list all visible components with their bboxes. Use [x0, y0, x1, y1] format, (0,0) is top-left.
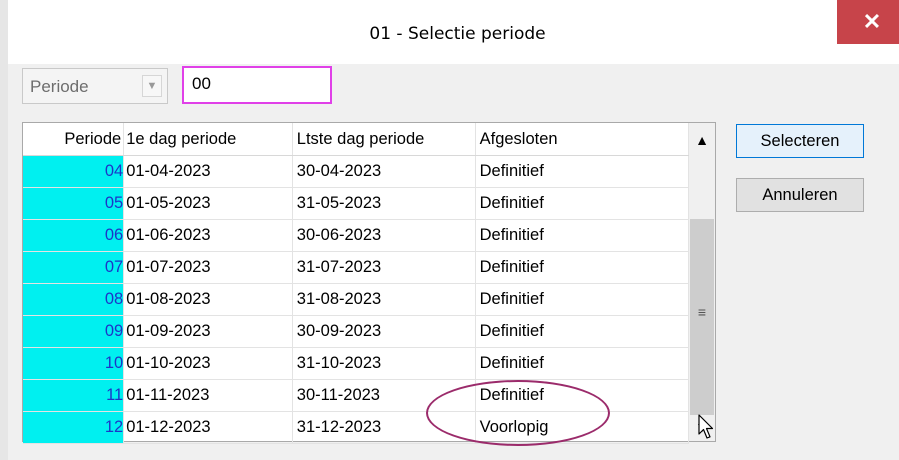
table-row[interactable]: 05 01-05-2023 31-05-2023 Definitief — [23, 187, 690, 220]
last-day-cell[interactable]: 30-06-2023 — [292, 219, 476, 252]
period-cell[interactable]: 09 — [23, 315, 125, 348]
status-cell[interactable]: Definitief — [475, 219, 690, 252]
period-table: Periode 1e dag periode Ltste dag periode… — [23, 123, 690, 444]
window-title: 01 - Selectie periode — [369, 24, 546, 44]
first-day-cell[interactable]: 01-04-2023 — [123, 155, 293, 188]
period-cell[interactable]: 08 — [23, 283, 125, 316]
status-cell[interactable]: Definitief — [475, 315, 690, 348]
period-cell[interactable]: 05 — [23, 187, 125, 220]
vertical-scrollbar[interactable]: ▲ ≡ ▼ — [689, 123, 715, 441]
first-day-cell[interactable]: 01-12-2023 — [123, 411, 293, 444]
table-header-row: Periode 1e dag periode Ltste dag periode… — [23, 123, 690, 156]
table-row[interactable]: 10 01-10-2023 31-10-2023 Definitief — [23, 347, 690, 380]
mouse-pointer-icon — [698, 414, 714, 439]
period-grid: Periode 1e dag periode Ltste dag periode… — [22, 122, 716, 444]
first-day-cell[interactable]: 01-10-2023 — [123, 347, 293, 380]
period-cell[interactable]: 10 — [23, 347, 125, 380]
table-row[interactable]: 12 01-12-2023 31-12-2023 Voorlopig — [23, 411, 690, 444]
last-day-cell[interactable]: 31-08-2023 — [292, 283, 476, 316]
column-header-first-day[interactable]: 1e dag periode — [123, 123, 293, 156]
last-day-cell[interactable]: 31-12-2023 — [292, 411, 476, 444]
period-cell[interactable]: 04 — [23, 155, 125, 188]
status-cell[interactable]: Definitief — [475, 347, 690, 380]
first-day-cell[interactable]: 01-11-2023 — [123, 379, 293, 412]
last-day-cell[interactable]: 30-11-2023 — [292, 379, 476, 412]
close-icon: ✕ — [862, 9, 882, 34]
title-bar: 01 - Selectie periode ✕ — [8, 0, 899, 64]
status-cell[interactable]: Definitief — [475, 251, 690, 284]
period-cell[interactable]: 07 — [23, 251, 125, 284]
last-day-cell[interactable]: 30-09-2023 — [292, 315, 476, 348]
first-day-cell[interactable]: 01-08-2023 — [123, 283, 293, 316]
table-row[interactable]: 07 01-07-2023 31-07-2023 Definitief — [23, 251, 690, 284]
chevron-down-icon[interactable]: ▼ — [142, 75, 162, 97]
period-cell[interactable]: 12 — [23, 411, 125, 444]
column-header-last-day[interactable]: Ltste dag periode — [292, 123, 476, 156]
status-cell[interactable]: Definitief — [475, 379, 690, 412]
grip-icon: ≡ — [697, 304, 707, 320]
period-cell[interactable]: 11 — [23, 379, 125, 412]
close-button[interactable]: ✕ — [837, 0, 899, 44]
table-row[interactable]: 06 01-06-2023 30-06-2023 Definitief — [23, 219, 690, 252]
chevron-up-icon[interactable]: ▲ — [689, 127, 715, 153]
first-day-cell[interactable]: 01-05-2023 — [123, 187, 293, 220]
period-code-input[interactable] — [192, 74, 322, 94]
table-row[interactable]: 04 01-04-2023 30-04-2023 Definitief — [23, 155, 690, 188]
period-code-field[interactable] — [182, 66, 332, 104]
first-day-cell[interactable]: 01-07-2023 — [123, 251, 293, 284]
last-day-cell[interactable]: 31-05-2023 — [292, 187, 476, 220]
period-cell[interactable]: 06 — [23, 219, 125, 252]
periode-type-select[interactable]: Periode ▼ — [22, 68, 168, 104]
periode-type-value: Periode — [30, 77, 89, 96]
table-row[interactable]: 09 01-09-2023 30-09-2023 Definitief — [23, 315, 690, 348]
select-button[interactable]: Selecteren — [736, 124, 864, 158]
column-header-periode[interactable]: Periode — [23, 123, 125, 156]
status-cell[interactable]: Definitief — [475, 155, 690, 188]
last-day-cell[interactable]: 31-10-2023 — [292, 347, 476, 380]
column-header-afgesloten[interactable]: Afgesloten — [475, 123, 690, 156]
last-day-cell[interactable]: 31-07-2023 — [292, 251, 476, 284]
first-day-cell[interactable]: 01-06-2023 — [123, 219, 293, 252]
status-cell[interactable]: Definitief — [475, 187, 690, 220]
last-day-cell[interactable]: 30-04-2023 — [292, 155, 476, 188]
first-day-cell[interactable]: 01-09-2023 — [123, 315, 293, 348]
table-row[interactable]: 11 01-11-2023 30-11-2023 Definitief — [23, 379, 690, 412]
status-cell[interactable]: Definitief — [475, 283, 690, 316]
table-row[interactable]: 08 01-08-2023 31-08-2023 Definitief — [23, 283, 690, 316]
cancel-button[interactable]: Annuleren — [736, 178, 864, 212]
status-cell[interactable]: Voorlopig — [475, 411, 690, 444]
scrollbar-thumb[interactable]: ≡ — [690, 219, 714, 415]
